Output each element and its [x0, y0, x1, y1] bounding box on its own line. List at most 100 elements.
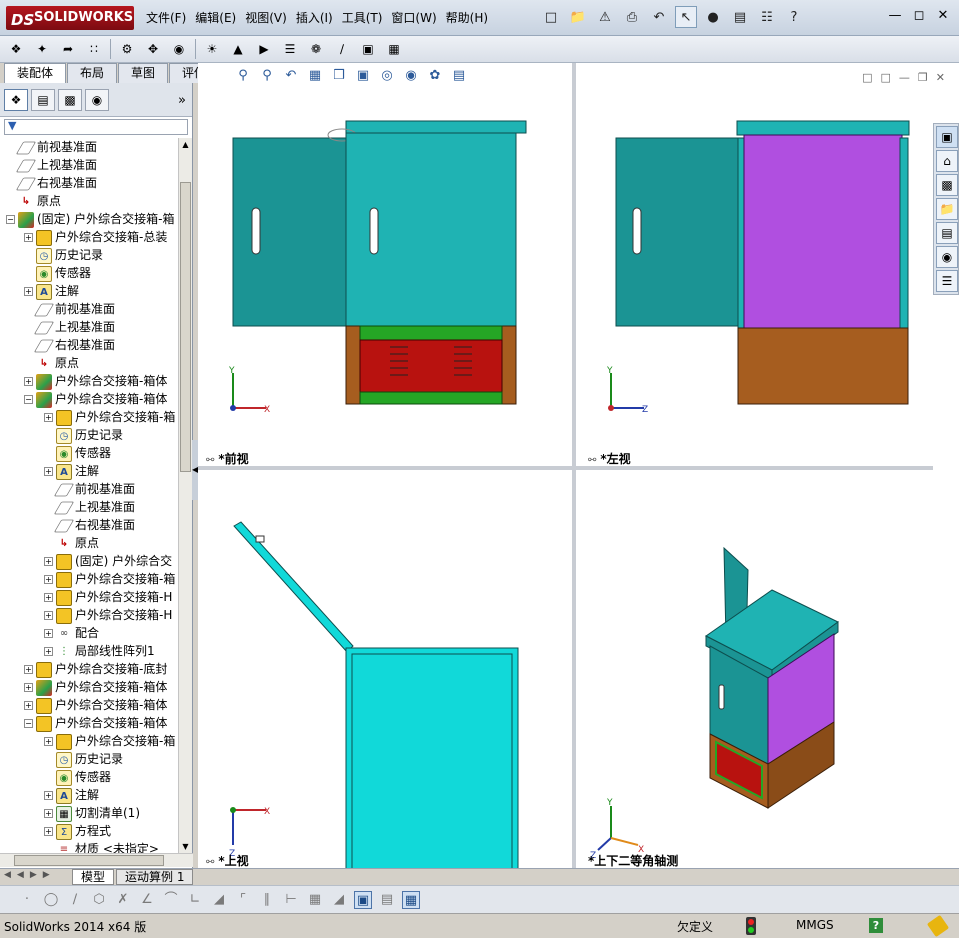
- menu-view[interactable]: 视图(V): [245, 9, 287, 26]
- help-question-icon[interactable]: ?: [783, 6, 805, 28]
- tree-node[interactable]: 前视基准面: [44, 480, 135, 498]
- viewport-top[interactable]: Z X: [198, 470, 572, 868]
- collapse-minus-icon[interactable]: −: [24, 395, 33, 404]
- tree-node[interactable]: − 户外综合交接箱-箱体: [24, 714, 167, 732]
- four-view-icon[interactable]: ▦: [402, 890, 420, 909]
- tree-node[interactable]: + Σ 方程式: [44, 822, 111, 840]
- new-part-icon[interactable]: ✦: [32, 39, 52, 59]
- trim-icon[interactable]: ✗: [114, 891, 132, 909]
- tree-node[interactable]: + 户外综合交接箱-箱体: [24, 678, 167, 696]
- menu-tools[interactable]: 工具(T): [342, 9, 383, 26]
- tree-node[interactable]: ◷ 历史记录: [44, 750, 123, 768]
- menu-edit[interactable]: 编辑(E): [195, 9, 236, 26]
- viewport-front[interactable]: Y X: [198, 63, 572, 466]
- tree-node[interactable]: + ▦ 切割清单(1): [44, 804, 140, 822]
- design-library-icon[interactable]: ▩: [936, 174, 958, 196]
- feature-tree-tab-icon[interactable]: ❖: [4, 89, 28, 111]
- new-motion-study-icon[interactable]: ▶: [254, 39, 274, 59]
- expand-plus-icon[interactable]: +: [44, 611, 53, 620]
- tree-node[interactable]: 右视基准面: [24, 336, 115, 354]
- expand-plus-icon[interactable]: +: [24, 683, 33, 692]
- expand-plus-icon[interactable]: +: [44, 413, 53, 422]
- quick-tips-help-icon[interactable]: ?: [869, 918, 883, 933]
- tab-layout[interactable]: 布局: [67, 63, 118, 83]
- tree-node[interactable]: 上视基准面: [6, 156, 97, 174]
- expand-plus-icon[interactable]: +: [24, 665, 33, 674]
- tree-node[interactable]: 前视基准面: [6, 138, 97, 156]
- update-speedpak-icon[interactable]: ▦: [384, 39, 404, 59]
- tab-navigation-arrows-icon[interactable]: ◀◀▶▶: [4, 870, 56, 880]
- view-single-icon[interactable]: ▤: [378, 891, 396, 909]
- tree-node[interactable]: ◉ 传感器: [44, 444, 111, 462]
- tree-node[interactable]: + 户外综合交接箱-总装: [24, 228, 167, 246]
- tree-node[interactable]: + A 注解: [44, 786, 99, 804]
- shaded-display-icon[interactable]: ▣: [354, 890, 372, 909]
- tree-node[interactable]: ≡ 材质 <未指定>: [44, 840, 159, 853]
- expand-plus-icon[interactable]: +: [24, 701, 33, 710]
- tree-node[interactable]: ◉ 传感器: [24, 264, 91, 282]
- view-palette-icon[interactable]: ▤: [936, 222, 958, 244]
- tree-node[interactable]: 右视基准面: [44, 516, 135, 534]
- solidworks-resources-icon[interactable]: ▣: [936, 126, 958, 148]
- tree-node[interactable]: + (固定) 户外综合交: [44, 552, 172, 570]
- display-manager-tab-icon[interactable]: ◉: [85, 89, 109, 111]
- expand-plus-icon[interactable]: +: [44, 467, 53, 476]
- menu-window[interactable]: 窗口(W): [391, 9, 436, 26]
- rebuild-traffic-light-icon[interactable]: ●: [702, 6, 724, 28]
- assembly-features-icon[interactable]: ☀: [202, 39, 222, 59]
- viewport-label-left[interactable]: ⚯ *左视: [588, 450, 631, 467]
- tree-node[interactable]: − 户外综合交接箱-箱体: [24, 390, 167, 408]
- tab-sketch[interactable]: 草图: [118, 63, 169, 83]
- expand-plus-icon[interactable]: +: [44, 809, 53, 818]
- tree-node[interactable]: + ⋮ 局部线性阵列1: [44, 642, 155, 660]
- reference-geometry-icon[interactable]: ▲: [228, 39, 248, 59]
- viewport-left[interactable]: Y Z: [576, 63, 933, 466]
- file-properties-icon[interactable]: ▤: [729, 6, 751, 28]
- insert-component-icon[interactable]: ❖: [6, 39, 26, 59]
- move-component-icon[interactable]: ✥: [143, 39, 163, 59]
- corner-icon[interactable]: ⌜: [234, 891, 252, 909]
- tree-horizontal-scrollbar[interactable]: [0, 853, 193, 867]
- show-hidden-icon[interactable]: ◉: [169, 39, 189, 59]
- expand-plus-icon[interactable]: +: [44, 593, 53, 602]
- fillet-icon[interactable]: ⌒: [162, 891, 180, 909]
- tree-node[interactable]: + 户外综合交接箱-底封: [24, 660, 167, 678]
- menu-file[interactable]: 文件(F): [146, 9, 186, 26]
- viewport-label-iso[interactable]: *上下二等角轴测: [588, 852, 678, 869]
- collapse-minus-icon[interactable]: −: [6, 215, 15, 224]
- warning-icon[interactable]: ⚠: [594, 6, 616, 28]
- tree-node[interactable]: − (固定) 户外综合交接箱-箱: [6, 210, 175, 228]
- graphics-area[interactable]: ⚲ ⚲ ↶ ▦ ❒ ▣ ◎ ◉ ✿ ▤ □ □ — ❐ ✕ Y X ⚯ *前视 …: [198, 63, 959, 868]
- viewport-label-top[interactable]: ⚯ *上视: [206, 852, 249, 869]
- tree-node[interactable]: 上视基准面: [24, 318, 115, 336]
- select-cursor-icon[interactable]: ↖: [675, 6, 697, 28]
- circle-icon[interactable]: ◯: [42, 891, 60, 909]
- collapse-minus-icon[interactable]: −: [24, 719, 33, 728]
- tab-model[interactable]: 模型: [72, 869, 115, 885]
- tab-motion-study[interactable]: 运动算例 1: [116, 869, 194, 885]
- custom-properties-icon[interactable]: ☰: [936, 270, 958, 292]
- hscroll-thumb[interactable]: [14, 855, 164, 866]
- tree-node[interactable]: + 户外综合交接箱-箱: [44, 732, 175, 750]
- new-document-icon[interactable]: □: [540, 6, 562, 28]
- instant3d-icon[interactable]: ▣: [358, 39, 378, 59]
- scroll-thumb[interactable]: [180, 182, 191, 472]
- viewport-label-front[interactable]: ⚯ *前视: [206, 450, 249, 467]
- scroll-up-icon[interactable]: ▲: [180, 138, 191, 151]
- polygon-icon[interactable]: ⬡: [90, 891, 108, 909]
- options-icon[interactable]: ☷: [756, 6, 778, 28]
- tree-node[interactable]: + 户外综合交接箱-箱体: [24, 372, 167, 390]
- expand-plus-icon[interactable]: +: [44, 737, 53, 746]
- tree-node[interactable]: ◉ 传感器: [44, 768, 111, 786]
- linear-pattern-icon[interactable]: ∷: [84, 39, 104, 59]
- grid-icon[interactable]: ▦: [306, 891, 324, 909]
- close-doc-icon[interactable]: ✕: [936, 71, 945, 84]
- tag-icon[interactable]: [926, 914, 950, 938]
- angle-icon[interactable]: ∠: [138, 891, 156, 909]
- solidworks-logo[interactable]: DS SOLIDWORKS: [6, 6, 134, 30]
- line-icon[interactable]: ∕: [66, 891, 84, 909]
- expand-chevron-icon[interactable]: »: [178, 93, 186, 108]
- exploded-view-icon[interactable]: ❁: [306, 39, 326, 59]
- home-icon[interactable]: ⌂: [936, 150, 958, 172]
- mate-paperclip-icon[interactable]: ➦: [58, 39, 78, 59]
